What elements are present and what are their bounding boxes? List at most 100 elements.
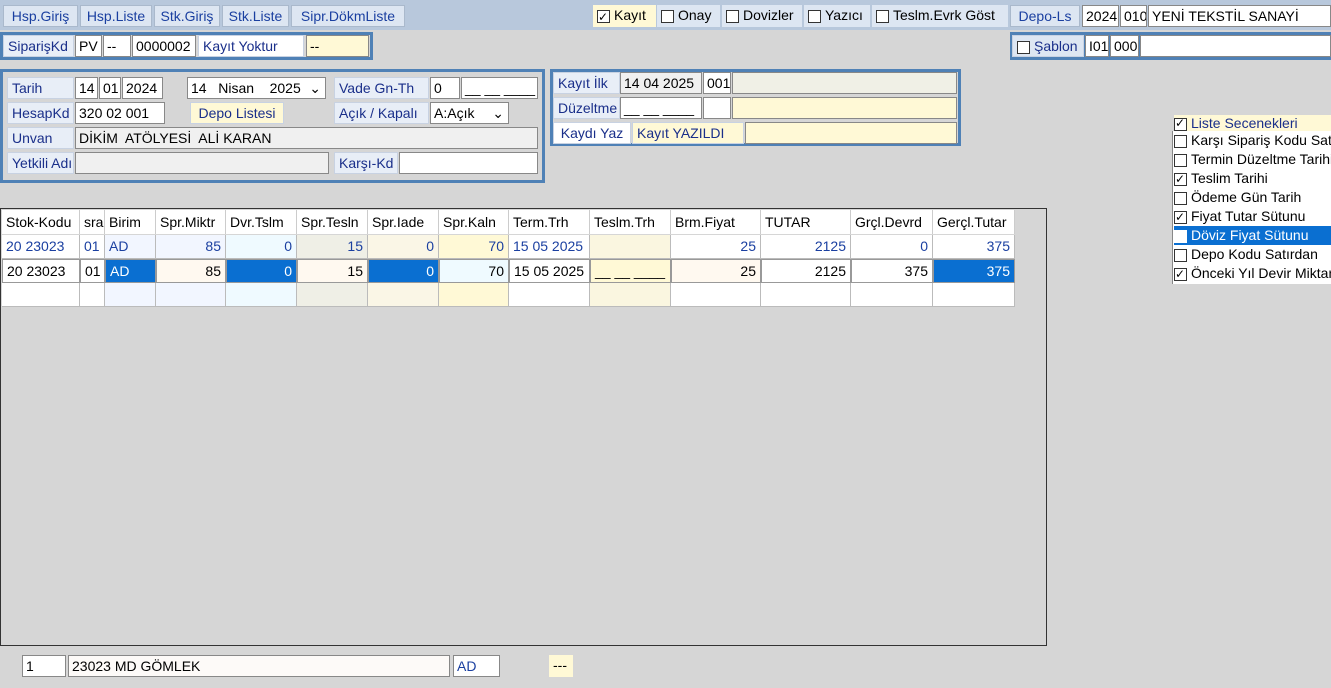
kaydi-yaz-button[interactable]: Kaydı Yaz xyxy=(553,122,631,144)
code-field[interactable]: 010 xyxy=(1120,5,1147,27)
table-cell[interactable]: 0 xyxy=(226,259,297,283)
stk-giris-button[interactable]: Stk.Giriş xyxy=(154,5,220,27)
table-cell[interactable]: 85 xyxy=(156,259,226,283)
order-prefix-field[interactable]: PV xyxy=(75,35,102,57)
stk-liste-button[interactable]: Stk.Liste xyxy=(222,5,289,27)
table-cell[interactable]: 20 23023 xyxy=(2,259,80,283)
column-header[interactable]: Dvr.Tslm xyxy=(226,210,297,234)
empty-table-cell[interactable] xyxy=(509,283,590,307)
table-cell[interactable]: AD xyxy=(105,259,156,283)
table-cell[interactable]: 20 23023 xyxy=(2,235,80,259)
vade-date-field[interactable]: __ __ ____ xyxy=(461,77,538,99)
table-cell[interactable]: 70 xyxy=(439,235,509,259)
empty-table-cell[interactable] xyxy=(590,283,671,307)
option-item[interactable]: Karşı Sipariş Kodu Satırda xyxy=(1174,131,1331,150)
column-header[interactable]: Stok-Kodu xyxy=(2,210,80,234)
column-header[interactable]: Birim xyxy=(105,210,156,234)
yazici-checkbox[interactable]: Yazıcı xyxy=(804,5,870,27)
acik-kapali-select[interactable]: A:Açık ⌄ xyxy=(430,102,509,124)
empty-table-cell[interactable] xyxy=(297,283,368,307)
tarih-year-field[interactable]: 2024 xyxy=(122,77,163,99)
template-val2-field[interactable]: 000 xyxy=(1110,35,1139,57)
footer-unit-field[interactable]: AD xyxy=(453,655,500,677)
column-header[interactable]: Spr.Kaln xyxy=(439,210,509,234)
empty-table-cell[interactable] xyxy=(761,283,851,307)
yetkili-field[interactable] xyxy=(75,152,329,174)
column-header[interactable]: sra xyxy=(80,210,105,234)
table-cell[interactable]: AD xyxy=(105,235,156,259)
footer-product-field[interactable]: 23023 MD GÖMLEK xyxy=(68,655,450,677)
hsp-liste-button[interactable]: Hsp.Liste xyxy=(80,5,152,27)
option-item[interactable]: Teslim Tarihi xyxy=(1174,169,1331,188)
empty-table-cell[interactable] xyxy=(671,283,761,307)
dovizler-checkbox[interactable]: Dovizler xyxy=(722,5,802,27)
table-cell[interactable]: 85 xyxy=(156,235,226,259)
option-item[interactable]: Depo Kodu Satırdan xyxy=(1174,245,1331,264)
column-header[interactable]: Spr.Miktr xyxy=(156,210,226,234)
table-cell[interactable]: 70 xyxy=(439,259,509,283)
table-cell[interactable]: 0 xyxy=(368,235,439,259)
column-header[interactable]: Term.Trh xyxy=(509,210,590,234)
column-header[interactable]: Brm.Fiyat xyxy=(671,210,761,234)
table-cell[interactable]: 01 xyxy=(80,235,105,259)
column-header[interactable]: Teslm.Trh xyxy=(590,210,671,234)
footer-index-field[interactable]: 1 xyxy=(22,655,66,677)
teslm-evrk-checkbox[interactable]: Teslm.Evrk Göst xyxy=(872,5,1008,27)
table-cell[interactable]: __ __ ____ xyxy=(590,259,671,283)
table-cell[interactable]: 2125 xyxy=(761,235,851,259)
option-item[interactable]: Döviz Fiyat Sütunu xyxy=(1174,226,1331,245)
unvan-field[interactable]: DİKİM ATÖLYESİ ALİ KARAN xyxy=(75,127,538,149)
table-cell[interactable]: 375 xyxy=(933,235,1015,259)
table-cell[interactable]: 375 xyxy=(933,259,1015,283)
kayit-checkbox[interactable]: Kayıt xyxy=(593,5,656,27)
sipr-dokmliste-button[interactable]: Sipr.DökmListe xyxy=(291,5,405,27)
template-val3-field[interactable] xyxy=(1140,35,1331,57)
table-cell[interactable]: 375 xyxy=(851,259,933,283)
option-item[interactable]: Termin Düzeltme Tarihi xyxy=(1174,150,1331,169)
empty-table-cell[interactable] xyxy=(933,283,1015,307)
option-item[interactable]: Önceki Yıl Devir Miktarı xyxy=(1174,264,1331,283)
empty-table-cell[interactable] xyxy=(80,283,105,307)
sablon-checkbox[interactable]: Şablon xyxy=(1012,35,1084,57)
table-cell[interactable]: 15 xyxy=(297,235,368,259)
option-item[interactable]: Ödeme Gün Tarih xyxy=(1174,188,1331,207)
column-header[interactable]: Spr.Iade xyxy=(368,210,439,234)
table-cell[interactable]: 01 xyxy=(80,259,105,283)
table-cell[interactable]: 0 xyxy=(368,259,439,283)
empty-table-cell[interactable] xyxy=(439,283,509,307)
table-cell[interactable] xyxy=(590,235,671,259)
depo-ls-button[interactable]: Depo-Ls xyxy=(1010,5,1080,27)
tarih-month-field[interactable]: 01 xyxy=(99,77,121,99)
table-cell[interactable]: 25 xyxy=(671,259,761,283)
empty-table-cell[interactable] xyxy=(105,283,156,307)
table-cell[interactable]: 0 xyxy=(851,235,933,259)
order-dash-field[interactable]: -- xyxy=(103,35,131,57)
table-cell[interactable]: 0 xyxy=(226,235,297,259)
empty-table-cell[interactable] xyxy=(368,283,439,307)
empty-table-cell[interactable] xyxy=(2,283,80,307)
template-val1-field[interactable]: I01 xyxy=(1085,35,1109,57)
empty-table-cell[interactable] xyxy=(226,283,297,307)
karsi-kd-field[interactable] xyxy=(399,152,538,174)
table-cell[interactable]: 15 05 2025 xyxy=(509,259,590,283)
table-cell[interactable]: 15 xyxy=(297,259,368,283)
table-cell[interactable]: 25 xyxy=(671,235,761,259)
empty-table-cell[interactable] xyxy=(851,283,933,307)
liste-secenekleri-header[interactable]: Liste Secenekleri xyxy=(1174,115,1331,132)
column-header[interactable]: Spr.Tesln xyxy=(297,210,368,234)
table-cell[interactable]: 2125 xyxy=(761,259,851,283)
company-field[interactable]: YENİ TEKSTİL SANAYİ xyxy=(1148,5,1331,27)
hsp-giris-button[interactable]: Hsp.Giriş xyxy=(3,5,78,27)
date-select[interactable]: 14 Nisan 2025 ⌄ xyxy=(187,77,326,99)
onay-checkbox[interactable]: Onay xyxy=(657,5,720,27)
tarih-day-field[interactable]: 14 xyxy=(75,77,98,99)
option-item[interactable]: Fiyat Tutar Sütunu xyxy=(1174,207,1331,226)
hesap-kd-field[interactable]: 320 02 001 xyxy=(75,102,165,124)
year-field[interactable]: 2024 xyxy=(1082,5,1119,27)
vade-days-field[interactable]: 0 xyxy=(430,77,460,99)
column-header[interactable]: Gerçl.Tutar xyxy=(933,210,1015,234)
empty-table-cell[interactable] xyxy=(156,283,226,307)
column-header[interactable]: Grçl.Devrd xyxy=(851,210,933,234)
depo-listesi-button[interactable]: Depo Listesi xyxy=(190,102,284,124)
order-number-field[interactable]: 0000002 xyxy=(132,35,196,57)
